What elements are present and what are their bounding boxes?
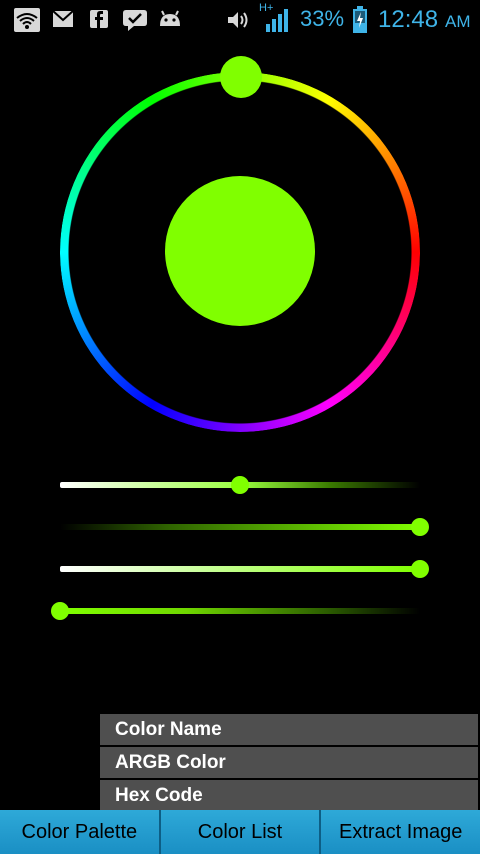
clock-time: 12:48	[378, 6, 439, 33]
saturation-slider[interactable]	[60, 473, 420, 497]
tab-color-list[interactable]: Color List	[160, 810, 322, 854]
alpha-track[interactable]	[60, 608, 420, 614]
lightness-slider[interactable]	[60, 557, 429, 581]
argb-color-field: ARGB Color	[100, 747, 478, 778]
battery-icon	[353, 6, 367, 33]
android-icon	[160, 10, 180, 26]
clock-ampm: AM	[445, 12, 471, 31]
wifi-icon	[14, 8, 40, 32]
tab-extract-image[interactable]: Extract Image	[321, 810, 480, 854]
value-slider[interactable]	[60, 515, 429, 539]
bottom-tab-bar: Color Palette Color List Extract Image	[0, 810, 480, 854]
facebook-icon	[90, 10, 108, 28]
lightness-track[interactable]	[60, 566, 420, 572]
tab-color-palette[interactable]: Color Palette	[0, 810, 161, 854]
alpha-knob[interactable]	[51, 602, 69, 620]
hex-code-field: Hex Code	[100, 780, 478, 811]
lightness-knob[interactable]	[411, 560, 429, 578]
selected-color-swatch	[165, 176, 315, 326]
volume-icon	[228, 12, 248, 28]
signal-icon	[266, 9, 288, 32]
argb-color-label: ARGB Color	[115, 752, 226, 773]
color-name-field: Color Name	[100, 714, 478, 745]
value-track[interactable]	[60, 524, 420, 530]
hex-code-label: Hex Code	[115, 785, 203, 806]
mail-icon	[52, 10, 74, 27]
alpha-slider[interactable]	[51, 599, 420, 623]
saturation-knob[interactable]	[231, 476, 249, 494]
status-bar: H+ 33% 12:48 AM	[0, 0, 480, 38]
hue-handle[interactable]	[220, 56, 262, 98]
color-name-label: Color Name	[115, 719, 222, 740]
value-knob[interactable]	[411, 518, 429, 536]
battery-percent: 33%	[300, 6, 345, 31]
chat-icon	[123, 10, 147, 31]
